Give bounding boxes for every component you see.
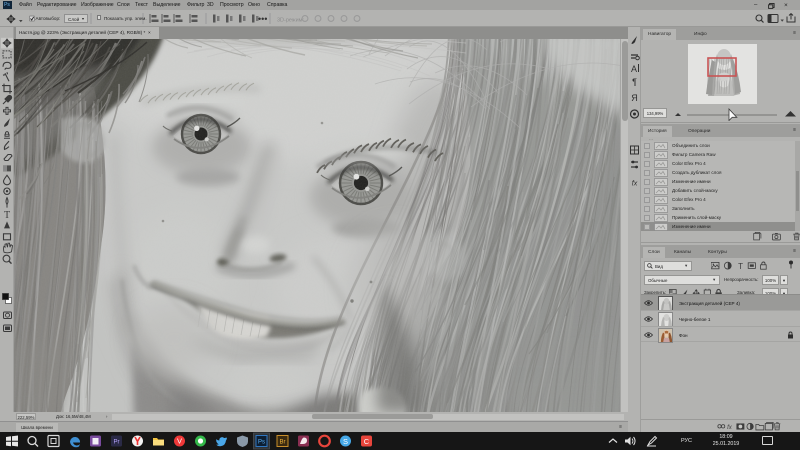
svg-text:Pr: Pr (114, 440, 120, 446)
svg-text:T: T (4, 210, 10, 221)
svg-text:S: S (343, 437, 348, 446)
svg-text:3D-режим:: 3D-режим: (277, 18, 304, 24)
svg-text:A: A (631, 64, 637, 74)
svg-text:¶: ¶ (632, 77, 637, 87)
svg-text:T: T (738, 262, 743, 271)
svg-text:Br: Br (280, 440, 286, 446)
svg-text:C: C (364, 437, 370, 446)
svg-text:•••: ••• (258, 14, 267, 24)
svg-text:Я: Я (631, 93, 638, 103)
svg-text:V: V (177, 437, 182, 446)
svg-text:fx: fx (727, 424, 733, 431)
svg-text:fx: fx (632, 181, 638, 188)
svg-text:Ps: Ps (258, 440, 265, 446)
